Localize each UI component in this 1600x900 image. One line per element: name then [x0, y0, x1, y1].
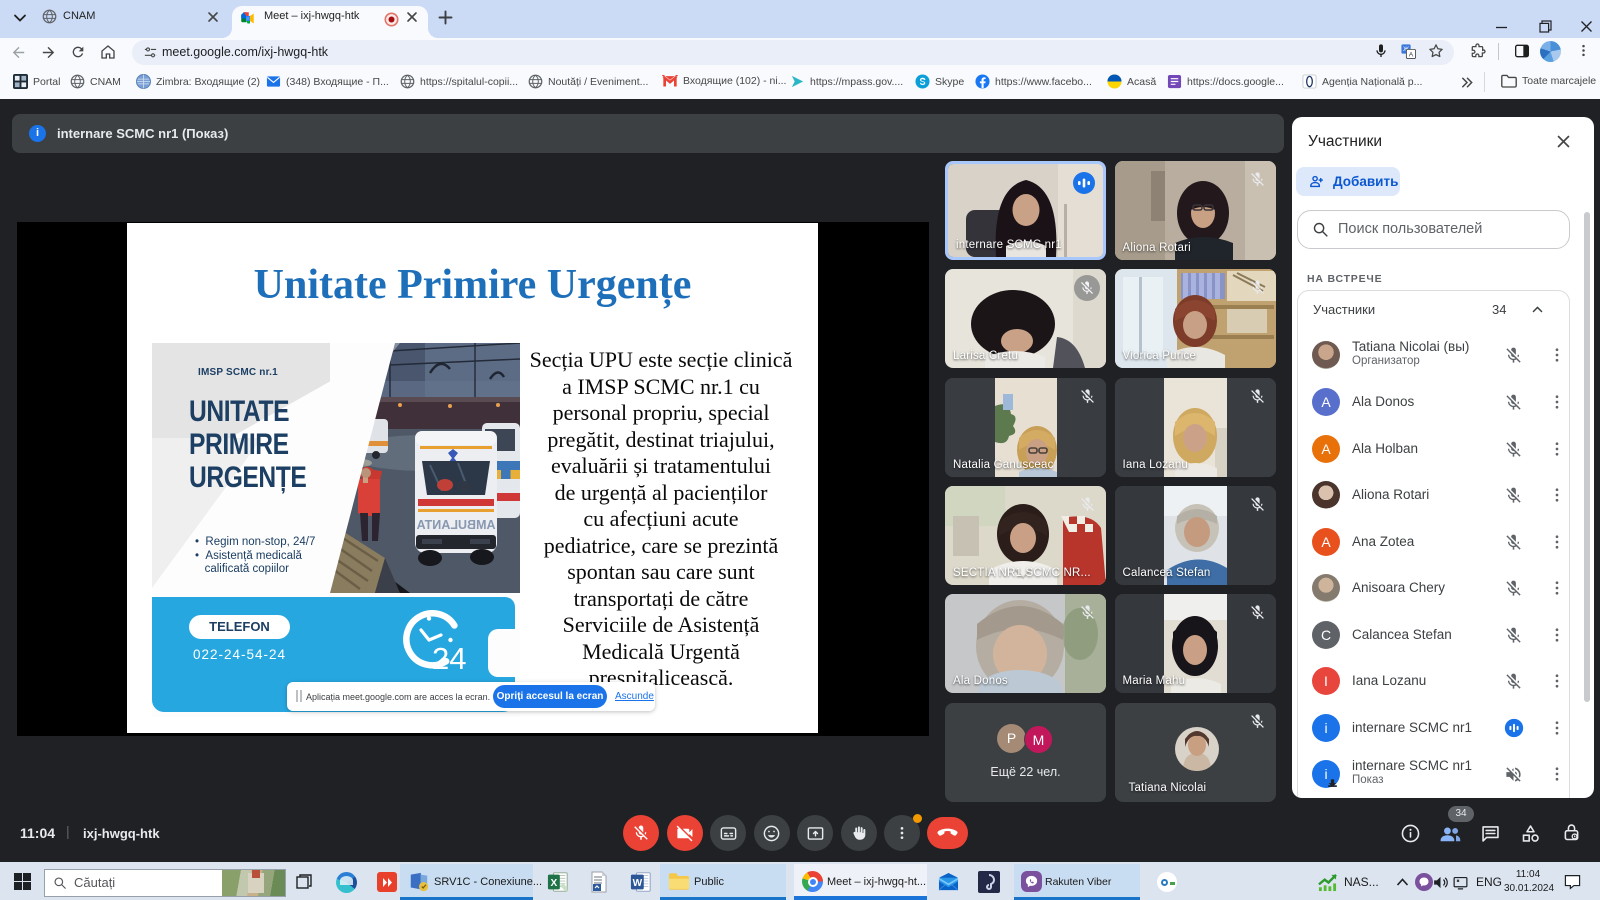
- svg-text:24: 24: [432, 641, 466, 672]
- svg-text:X: X: [551, 878, 558, 889]
- svg-text:W: W: [633, 878, 643, 889]
- svg-text:AMBULANTA: AMBULANTA: [417, 518, 496, 532]
- svg-text:A: A: [1409, 51, 1414, 58]
